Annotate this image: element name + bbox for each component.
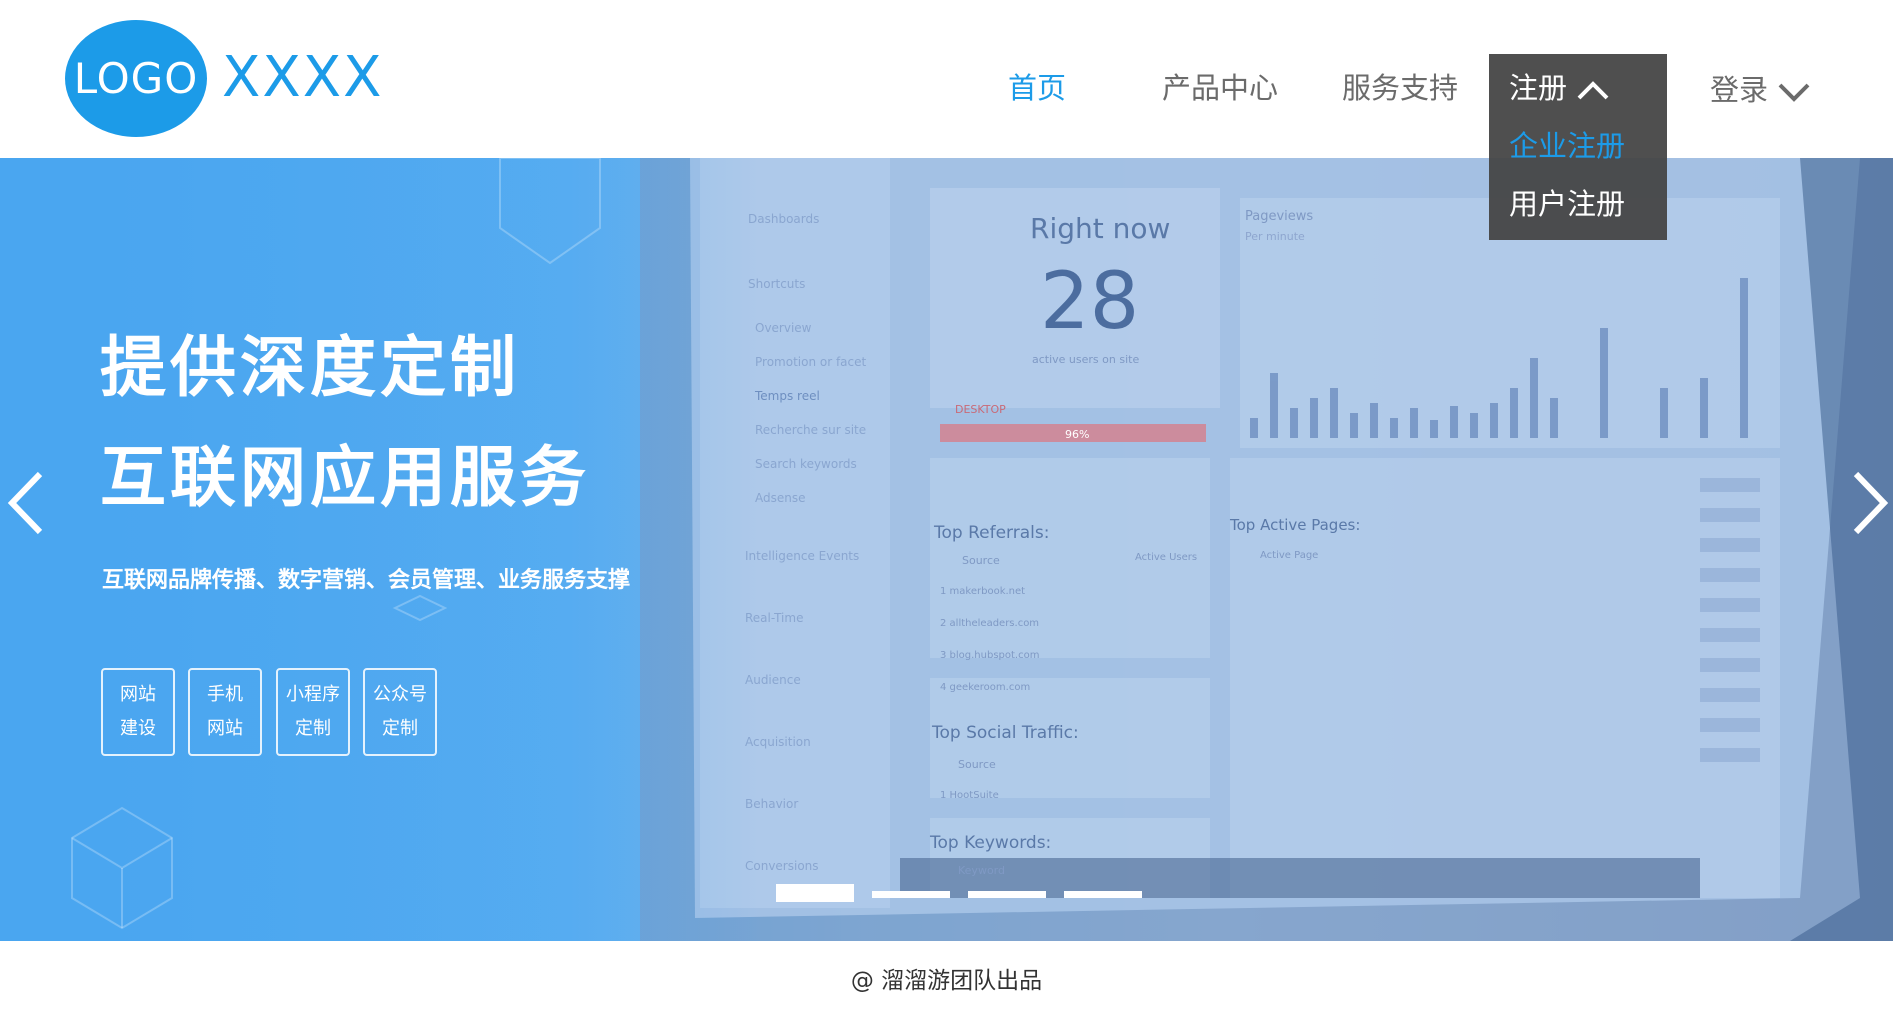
logo-mark[interactable]: LOGO [65,20,207,137]
menu-item-user-register[interactable]: 用户注册 [1509,184,1625,224]
screen-pageviews-sub: Per minute [1245,230,1305,243]
tag-mobile-site[interactable]: 手机 网站 [188,668,262,756]
chevron-right-icon[interactable] [1846,468,1893,538]
screen-right-now-label: Right now [1030,212,1170,245]
screen-sidebar-7: Adsense [755,491,806,505]
tag-website-build[interactable]: 网站 建设 [101,668,175,756]
banner-subtitle: 互联网品牌传播、数字营销、会员管理、业务服务支撑 [102,568,631,593]
screen-active-users-label: active users on site [1032,353,1139,366]
tag-line1: 手机 [207,684,243,705]
chevron-up-icon [1577,81,1609,100]
screen-top-referrals: Top Referrals: [933,523,1049,543]
banner-title-line1: 提供深度定制 [100,329,520,406]
screen-sidebar-2: Overview [755,321,812,335]
footer-credit: @ 溜溜游团队出品 [850,968,1043,994]
screen-right-now-value: 28 [1040,257,1139,347]
tag-line1: 网站 [120,684,156,705]
tag-line2: 定制 [295,718,331,739]
screen-social-1: 1 HootSuite [940,790,999,801]
tag-mini-program[interactable]: 小程序 定制 [276,668,350,756]
nav-login-label: 登录 [1710,73,1769,107]
screen-active-page-col: Active Page [1260,550,1318,561]
banner-title-line2: 互联网应用服务 [100,439,590,516]
screen-social-source-col: Source [958,758,996,771]
nav-register-label: 注册 [1509,71,1568,105]
screen-sidebar-4: Temps reel [754,389,820,403]
tag-line2: 网站 [207,718,243,739]
hero-carousel: Right now 28 active users on site DESKTO… [0,158,1893,941]
nav-products[interactable]: 产品中心 [1162,68,1278,108]
screen-top-keywords: Top Keywords: [929,833,1051,853]
nav-service[interactable]: 服务支持 [1342,68,1458,108]
screen-sidebar-5: Recherche sur site [755,423,866,437]
nav-login[interactable]: 登录 [1710,70,1811,110]
carousel-dot-2[interactable] [872,891,950,898]
screen-active-users-col: Active Users [1135,552,1197,563]
nav-register[interactable]: 注册 [1509,68,1610,108]
screen-referral-3: 3 blog.hubspot.com [940,650,1039,661]
tag-line2: 建设 [120,718,156,739]
register-dropdown: 注册 企业注册 用户注册 [1489,54,1667,240]
tag-line1: 小程序 [286,684,340,705]
logo-name[interactable]: XXXX [222,48,383,108]
screen-pageviews-label: Pageviews [1245,209,1313,224]
carousel-dot-1[interactable] [776,884,854,902]
chevron-left-icon[interactable] [2,468,50,538]
screen-desktop-label: DESKTOP [955,403,1006,416]
screen-top-active-pages: Top Active Pages: [1229,516,1360,534]
screen-sidebar-6: Search keywords [755,457,857,471]
screen-desktop-bar-label: 96% [1065,428,1089,441]
screen-referral-1: 1 makerbook.net [940,586,1025,597]
menu-item-enterprise-register[interactable]: 企业注册 [1509,126,1625,166]
tag-official-account[interactable]: 公众号 定制 [363,668,437,756]
carousel-dot-4[interactable] [1064,891,1142,898]
screen-top-social: Top Social Traffic: [931,723,1079,743]
screen-sidebar-3: Promotion or facet [755,355,867,369]
screen-sidebar-8: Intelligence Events [745,549,859,563]
nav-home[interactable]: 首页 [1008,68,1066,108]
banner-background-image: Right now 28 active users on site DESKTO… [0,158,1893,941]
screen-referral-2: 2 alltheleaders.com [940,618,1039,629]
tag-line2: 定制 [382,718,418,739]
chevron-down-icon [1778,83,1810,102]
screen-source-col: Source [962,554,1000,567]
carousel-dot-3[interactable] [968,891,1046,898]
screen-keyword-col: Keyword [958,864,1005,877]
screen-referral-4: 4 geekeroom.com [940,682,1030,693]
tag-line1: 公众号 [373,684,427,705]
